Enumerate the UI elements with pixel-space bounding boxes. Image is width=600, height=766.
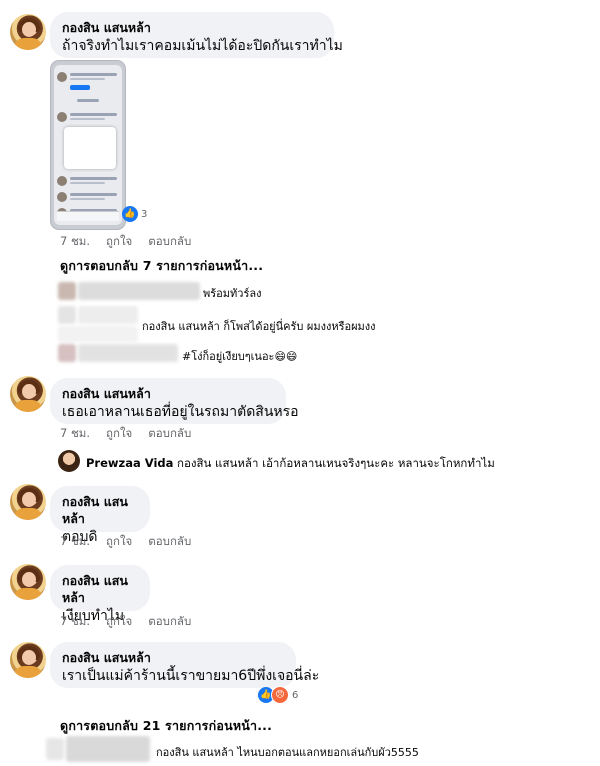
blurred-name bbox=[66, 736, 150, 762]
reply-text: #โง่ก็อยู่เงียบๆเนอะ😄😄 bbox=[182, 350, 298, 363]
comment-time: 7 ชม. bbox=[60, 426, 91, 440]
reply-text: กองสิน แสนหล้า เอ้าก้อหลานเหนจริงๆนะคะ ห… bbox=[177, 456, 495, 470]
reply-text: พร้อมทัวร์ลง bbox=[203, 287, 262, 300]
blurred-name bbox=[78, 344, 178, 362]
reply-author[interactable]: Prewzaa Vida bbox=[86, 456, 173, 470]
reaction-count: 6 bbox=[292, 689, 299, 701]
like-icon: 👍 bbox=[122, 206, 138, 222]
reply-button[interactable]: ตอบกลับ bbox=[148, 533, 191, 551]
reply-text: กองสิน แสนหล้า ไหนบอกตอนแลกหยอกเล่นกับผั… bbox=[156, 746, 419, 759]
comment-bubble: กองสิน แสนหล้า ถ้าจริงทำไมเราคอมเม้นไม่ไ… bbox=[50, 12, 343, 58]
comment-text: ถ้าจริงทำไมเราคอมเม้นไม่ได้อะปิดกันเราทำ… bbox=[62, 38, 343, 54]
angry-icon: 😠 bbox=[271, 686, 289, 704]
avatar[interactable] bbox=[10, 376, 46, 412]
comment-bubble: กองสิน แสนหล้า เราเป็นแม่ค้าร้านนี้เราขา… bbox=[50, 642, 320, 688]
reaction-summary[interactable]: 👍 3 bbox=[122, 206, 147, 222]
comment-author[interactable]: กองสิน แสนหล้า bbox=[62, 572, 138, 606]
like-button[interactable]: ถูกใจ bbox=[106, 233, 132, 251]
avatar[interactable] bbox=[10, 14, 46, 50]
blurred-avatar bbox=[58, 344, 76, 362]
blurred-name bbox=[78, 306, 138, 324]
avatar[interactable] bbox=[10, 484, 46, 520]
comment-text: เธอเอาหลานเธอที่อยู่ในรถมาตัดสินหรอ bbox=[62, 404, 299, 420]
comment-actions: 7 ชม. ถูกใจ ตอบกลับ bbox=[60, 613, 191, 631]
comment-text: เราเป็นแม่ค้าร้านนี้เราขายมา6ปีพึ่งเจอนี… bbox=[62, 668, 320, 684]
avatar[interactable] bbox=[10, 564, 46, 600]
attached-screenshot-image[interactable] bbox=[50, 60, 126, 230]
reaction-count: 3 bbox=[141, 208, 148, 220]
blurred-avatar bbox=[58, 282, 76, 300]
comment-author[interactable]: กองสิน แสนหล้า bbox=[62, 385, 274, 402]
comment-bubble: กองสิน แสนหล้า เงียบทำไม bbox=[50, 565, 150, 624]
blurred-avatar bbox=[46, 738, 64, 760]
comment-author[interactable]: กองสิน แสนหล้า bbox=[62, 19, 322, 36]
comment-time: 7 ชม. bbox=[60, 534, 91, 548]
reply-button[interactable]: ตอบกลับ bbox=[148, 425, 191, 443]
avatar[interactable] bbox=[58, 450, 80, 472]
comment-actions: 7 ชม. ถูกใจ ตอบกลับ bbox=[60, 425, 191, 443]
blurred-avatar bbox=[58, 306, 76, 324]
comment-actions: 7 ชม. ถูกใจ ตอบกลับ bbox=[60, 233, 191, 251]
view-previous-replies-link[interactable]: ดูการตอบกลับ 7 รายการก่อนหน้า... bbox=[60, 256, 263, 276]
comment-author[interactable]: กองสิน แสนหล้า bbox=[62, 493, 138, 527]
avatar[interactable] bbox=[10, 642, 46, 678]
comment-time: 7 ชม. bbox=[60, 234, 91, 248]
reaction-summary[interactable]: 👍 😠 6 bbox=[258, 686, 298, 704]
reply-button[interactable]: ตอบกลับ bbox=[148, 233, 191, 251]
comment-author[interactable]: กองสิน แสนหล้า bbox=[62, 649, 284, 666]
reply-text: กองสิน แสนหล้า ก็โพสได้อยู่นี่ครับ ผมงงห… bbox=[142, 320, 376, 333]
blurred-name bbox=[78, 282, 200, 300]
comment-bubble: กองสิน แสนหล้า ตอบดิ bbox=[50, 486, 150, 545]
blurred-block bbox=[58, 326, 138, 342]
comment-time: 7 ชม. bbox=[60, 614, 91, 628]
view-previous-replies-link[interactable]: ดูการตอบกลับ 21 รายการก่อนหน้า... bbox=[60, 716, 272, 736]
comment-bubble: กองสิน แสนหล้า เธอเอาหลานเธอที่อยู่ในรถม… bbox=[50, 378, 299, 424]
reply-line: Prewzaa Vida กองสิน แสนหล้า เอ้าก้อหลานเ… bbox=[86, 455, 495, 473]
comment-actions: 7 ชม. ถูกใจ ตอบกลับ bbox=[60, 533, 191, 551]
like-button[interactable]: ถูกใจ bbox=[106, 613, 132, 631]
like-button[interactable]: ถูกใจ bbox=[106, 425, 132, 443]
reply-button[interactable]: ตอบกลับ bbox=[148, 613, 191, 631]
like-button[interactable]: ถูกใจ bbox=[106, 533, 132, 551]
